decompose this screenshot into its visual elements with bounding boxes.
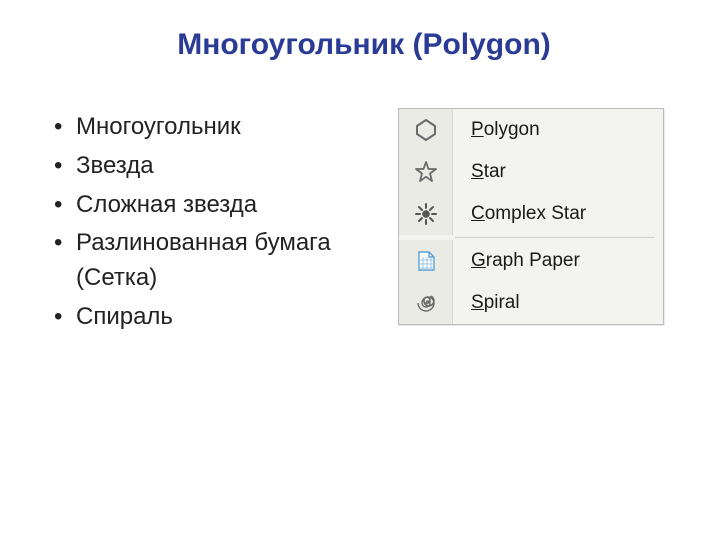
bullet-list: Многоугольник Звезда Сложная звезда Разл…: [48, 110, 378, 339]
slide-content: Многоугольник Звезда Сложная звезда Разл…: [48, 108, 680, 339]
bullet-item: Разлинованная бумага (Сетка): [48, 226, 378, 296]
menu-item-label: Star: [453, 161, 506, 183]
menu-item-spiral[interactable]: Spiral: [399, 282, 663, 324]
bullet-item: Многоугольник: [48, 110, 378, 145]
bullet-item: Сложная звезда: [48, 188, 378, 223]
star-icon: [414, 160, 438, 184]
menu-separator: [455, 237, 655, 238]
slide: Многоугольник (Polygon) Многоугольник Зв…: [0, 0, 720, 540]
menu-icon-cell: [399, 193, 453, 235]
spiral-icon: [414, 291, 438, 315]
menu-icon-cell: [399, 109, 453, 151]
menu-icon-cell: [399, 151, 453, 193]
menu-item-label: Polygon: [453, 119, 540, 141]
menu-item-label: Graph Paper: [453, 250, 580, 272]
menu-item-polygon[interactable]: Polygon: [399, 109, 663, 151]
bullet-item: Звезда: [48, 149, 378, 184]
menu-item-label: Complex Star: [453, 203, 586, 225]
graph-paper-icon: [414, 249, 438, 273]
menu-item-complex-star[interactable]: Complex Star: [399, 193, 663, 235]
menu-item-star[interactable]: Star: [399, 151, 663, 193]
bullet-item: Спираль: [48, 300, 378, 335]
menu-icon-cell: [399, 240, 453, 282]
menu-item-graph-paper[interactable]: Graph Paper: [399, 240, 663, 282]
menu-item-label: Spiral: [453, 292, 520, 314]
polygon-icon: [414, 118, 438, 142]
polygon-flyout-menu: Polygon Star: [398, 108, 664, 325]
complex-star-icon: [414, 202, 438, 226]
slide-title: Многоугольник (Polygon): [48, 28, 680, 62]
menu-icon-cell: [399, 282, 453, 324]
